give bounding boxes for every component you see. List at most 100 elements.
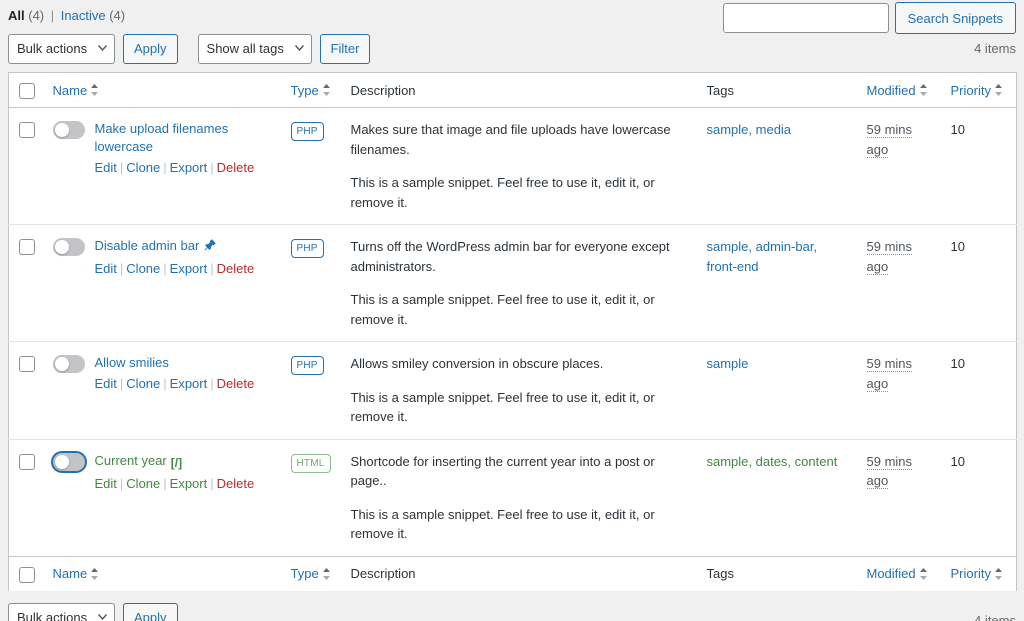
edit-link[interactable]: Edit — [95, 160, 117, 175]
search-input[interactable] — [723, 3, 889, 33]
action-divider: | — [117, 261, 126, 276]
type-badge: HTML — [291, 454, 331, 473]
snippet-description-cell: Turns off the WordPress admin bar for ev… — [341, 225, 697, 342]
delete-link[interactable]: Delete — [217, 261, 255, 276]
export-link[interactable]: Export — [170, 261, 208, 276]
modified-time: 59 mins ago — [867, 239, 913, 275]
snippets-table: Name Type Description Tags Modifie — [8, 72, 1017, 591]
priority-value: 10 — [951, 122, 965, 137]
modified-time: 59 mins ago — [867, 454, 913, 490]
snippet-description-cell: Makes sure that image and file uploads h… — [341, 108, 697, 225]
priority-value: 10 — [951, 239, 965, 254]
column-header-description: Description — [341, 73, 697, 108]
column-header-tags: Tags — [697, 73, 857, 108]
description-paragraph: This is a sample snippet. Feel free to u… — [351, 173, 687, 212]
select-all-header — [9, 73, 43, 108]
sort-arrows-icon — [994, 567, 1003, 581]
tag-filter-select-wrap: Show all tags — [198, 34, 312, 64]
table-row: Allow smiliesEdit|Clone|Export|DeletePHP… — [9, 342, 1017, 440]
snippet-type-cell: PHP — [281, 342, 341, 440]
description-paragraph: Turns off the WordPress admin bar for ev… — [351, 237, 687, 276]
row-select-cell — [9, 342, 43, 440]
sort-by-name-link-footer[interactable]: Name — [53, 566, 100, 581]
sort-arrows-icon — [919, 83, 928, 97]
table-footer-row: Name Type Description Tags Modifie — [9, 556, 1017, 591]
row-checkbox[interactable] — [19, 122, 35, 138]
sort-by-priority-link-footer[interactable]: Priority — [951, 566, 1003, 581]
clone-link[interactable]: Clone — [126, 261, 160, 276]
edit-link[interactable]: Edit — [95, 376, 117, 391]
type-badge: PHP — [291, 239, 324, 258]
view-all-link[interactable]: All (4) — [8, 8, 48, 23]
tag-link[interactable]: sample, admin-bar, front-end — [707, 239, 818, 274]
edit-link[interactable]: Edit — [95, 476, 117, 491]
column-label-type: Type — [291, 83, 319, 98]
sort-by-modified-link[interactable]: Modified — [867, 83, 928, 98]
snippet-name-link[interactable]: Make upload filenames lowercase — [95, 120, 271, 156]
bulk-actions-select-bottom[interactable]: Bulk actions — [8, 603, 115, 621]
tag-filter-select[interactable]: Show all tags — [198, 34, 312, 64]
action-divider: | — [117, 160, 126, 175]
snippet-activate-toggle[interactable] — [53, 238, 85, 256]
snippet-modified-cell: 59 mins ago — [857, 439, 941, 556]
snippet-type-cell: PHP — [281, 225, 341, 342]
apply-button-top[interactable]: Apply — [123, 34, 178, 64]
column-footer-tags: Tags — [697, 556, 857, 591]
row-checkbox[interactable] — [19, 454, 35, 470]
sort-arrows-icon — [322, 83, 331, 97]
snippet-description-cell: Shortcode for inserting the current year… — [341, 439, 697, 556]
column-label-type: Type — [291, 566, 319, 581]
items-count-bottom: 4 items — [974, 613, 1016, 621]
select-all-checkbox-top[interactable] — [19, 83, 35, 99]
action-divider: | — [117, 476, 126, 491]
snippet-activate-toggle[interactable] — [53, 453, 85, 471]
description-paragraph: Shortcode for inserting the current year… — [351, 452, 687, 491]
snippet-activate-toggle[interactable] — [53, 121, 85, 139]
snippet-name-link[interactable]: Disable admin bar — [95, 237, 271, 257]
view-inactive-label: Inactive — [61, 8, 106, 23]
snippet-activate-toggle[interactable] — [53, 355, 85, 373]
sort-by-type-link-footer[interactable]: Type — [291, 566, 331, 581]
sort-by-priority-link[interactable]: Priority — [951, 83, 1003, 98]
action-divider: | — [207, 160, 216, 175]
view-all-label: All — [8, 8, 25, 23]
search-snippets-button[interactable]: Search Snippets — [895, 2, 1016, 34]
snippet-name-text: Disable admin bar — [95, 238, 200, 253]
select-all-footer — [9, 556, 43, 591]
clone-link[interactable]: Clone — [126, 160, 160, 175]
clone-link[interactable]: Clone — [126, 376, 160, 391]
tag-link[interactable]: sample — [707, 356, 749, 371]
snippet-name-link[interactable]: Current year[/] — [95, 452, 271, 472]
select-all-checkbox-bottom[interactable] — [19, 567, 35, 583]
export-link[interactable]: Export — [170, 160, 208, 175]
tag-link[interactable]: sample, dates, content — [707, 454, 838, 469]
tag-link[interactable]: sample, media — [707, 122, 792, 137]
export-link[interactable]: Export — [170, 376, 208, 391]
row-checkbox[interactable] — [19, 356, 35, 372]
table-row: Disable admin barEdit|Clone|Export|Delet… — [9, 225, 1017, 342]
sort-by-modified-link-footer[interactable]: Modified — [867, 566, 928, 581]
delete-link[interactable]: Delete — [217, 160, 255, 175]
snippet-name-link[interactable]: Allow smilies — [95, 354, 271, 372]
clone-link[interactable]: Clone — [126, 476, 160, 491]
view-inactive-link[interactable]: Inactive (4) — [61, 8, 125, 23]
bulk-actions-select-top[interactable]: Bulk actions — [8, 34, 115, 64]
row-checkbox[interactable] — [19, 239, 35, 255]
snippet-row-main: Make upload filenames lowercaseEdit|Clon… — [53, 120, 271, 177]
column-header-priority: Priority — [941, 73, 1017, 108]
sort-by-type-link[interactable]: Type — [291, 83, 331, 98]
apply-button-bottom[interactable]: Apply — [123, 603, 178, 621]
delete-link[interactable]: Delete — [217, 376, 255, 391]
snippet-priority-cell: 10 — [941, 342, 1017, 440]
column-footer-priority: Priority — [941, 556, 1017, 591]
row-actions: Edit|Clone|Export|Delete — [95, 475, 271, 493]
sort-arrows-icon — [322, 567, 331, 581]
delete-link[interactable]: Delete — [217, 476, 255, 491]
sort-by-name-link[interactable]: Name — [53, 83, 100, 98]
column-header-type: Type — [281, 73, 341, 108]
edit-link[interactable]: Edit — [95, 261, 117, 276]
filter-button[interactable]: Filter — [320, 34, 371, 64]
snippet-priority-cell: 10 — [941, 225, 1017, 342]
export-link[interactable]: Export — [170, 476, 208, 491]
table-head: Name Type Description Tags Modifie — [9, 73, 1017, 108]
